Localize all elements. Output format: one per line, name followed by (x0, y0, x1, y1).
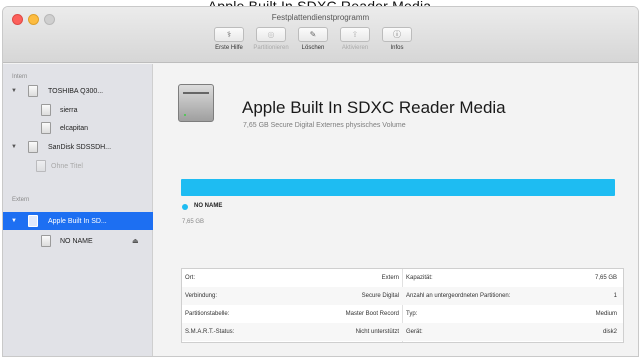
sidebar-item-sierra[interactable]: sierra (3, 102, 153, 118)
mount-button[interactable]: ⇪ Aktivieren (335, 27, 375, 59)
info-icon: ⓘ (382, 27, 412, 42)
info-value: Extern (381, 275, 399, 281)
title-bar: Festplattendienstprogramm ⚕ Erste Hilfe … (3, 7, 638, 63)
info-row: Verbindung: Secure Digital Anzahl an unt… (182, 287, 623, 305)
sidebar-item-ohne-titel[interactable]: Ohne Titel (3, 158, 153, 174)
erase-icon: ✎ (298, 27, 328, 42)
partition-label: Partitionieren (253, 45, 289, 51)
volume-icon (41, 235, 51, 247)
sidebar-item-label: sierra (60, 106, 78, 114)
volume-icon (36, 160, 46, 172)
volume-title: Apple Built In SDXC Reader Media (242, 98, 506, 117)
info-value: Nicht unterstützt (355, 329, 399, 335)
info-key: Partitionstabelle: (185, 311, 230, 317)
info-key: Anzahl an untergeordneten Partitionen: (406, 293, 511, 299)
disclosure-triangle-icon[interactable]: ▼ (11, 144, 17, 150)
info-row: S.M.A.R.T.-Status: Nicht unterstützt Ger… (182, 323, 623, 341)
sidebar-item-toshiba[interactable]: ▼ TOSHIBA Q300... (3, 83, 153, 99)
volume-icon (41, 104, 51, 116)
info-label: Infos (390, 45, 404, 51)
partition-button[interactable]: ◎ Partitionieren (251, 27, 291, 59)
info-value: disk2 (602, 329, 617, 335)
disk-icon (28, 85, 38, 97)
volume-icon (41, 122, 51, 134)
info-key: Kapazität: (406, 275, 433, 281)
erase-button[interactable]: ✎ Löschen (293, 27, 333, 59)
info-key: Typ: (406, 311, 418, 317)
sidebar-item-label: elcapitan (60, 124, 89, 132)
info-key: S.M.A.R.T.-Status: (185, 329, 235, 335)
sidebar-item-label: NO NAME (60, 237, 93, 245)
sidebar-item-elcapitan[interactable]: elcapitan (3, 120, 153, 136)
info-key: Ort: (185, 275, 195, 281)
sidebar-item-label: Ohne Titel (51, 162, 83, 170)
first-aid-label: Erste Hilfe (215, 45, 243, 51)
partition-usage-bar (181, 179, 615, 196)
sidebar: Intern ▼ TOSHIBA Q300... sierra elcapita… (3, 64, 153, 356)
window-title: Festplattendienstprogramm (271, 13, 370, 22)
erase-label: Löschen (301, 45, 325, 51)
stethoscope-icon: ⚕ (214, 27, 244, 42)
partition-icon: ◎ (256, 27, 286, 42)
sidebar-item-no-name[interactable]: NO NAME ⏏ (3, 233, 153, 249)
first-aid-button[interactable]: ⚕ Erste Hilfe (209, 27, 249, 59)
mount-icon: ⇪ (340, 27, 370, 42)
info-value: 1 (613, 293, 617, 299)
info-value: Master Boot Record (345, 311, 399, 317)
toolbar: ⚕ Erste Hilfe ◎ Partitionieren ✎ Löschen… (209, 27, 417, 59)
info-key: Gerät: (406, 329, 423, 335)
info-value: Secure Digital (361, 293, 399, 299)
info-value: Medium (595, 311, 617, 317)
partition-size: 7,65 GB (182, 219, 205, 225)
info-value: 7,65 GB (594, 275, 617, 281)
sd-card-icon (28, 215, 38, 227)
sidebar-item-label: SanDisk SDSSDH... (48, 143, 112, 151)
sidebar-item-apple-sd-reader[interactable]: ▼ Apple Built In SD... (3, 212, 153, 230)
eject-icon[interactable]: ⏏ (132, 237, 139, 245)
external-drive-icon (178, 84, 214, 122)
sidebar-item-sandisk[interactable]: ▼ SanDisk SDSSDH... (3, 139, 153, 155)
disk-icon (28, 141, 38, 153)
mount-label: Aktivieren (341, 45, 369, 51)
info-table: Ort: Extern Kapazität: 7,65 GB Verbindun… (181, 268, 624, 343)
info-row: Partitionstabelle: Master Boot Record Ty… (182, 305, 623, 323)
info-button[interactable]: ⓘ Infos (377, 27, 417, 59)
sidebar-item-label: Apple Built In SD... (48, 217, 107, 225)
main-content: Apple Built In SDXC Reader Media 7,65 GB… (154, 64, 638, 356)
sidebar-item-label: TOSHIBA Q300... (48, 87, 104, 95)
partition-color-dot (182, 204, 188, 210)
sidebar-section-intern: Intern (12, 74, 28, 80)
sidebar-section-extern: Extern (12, 197, 30, 203)
info-key: Verbindung: (185, 293, 218, 299)
disk-utility-window: Festplattendienstprogramm ⚕ Erste Hilfe … (2, 6, 639, 357)
volume-subtitle: 7,65 GB Secure Digital Externes physisch… (243, 122, 406, 129)
disclosure-triangle-icon[interactable]: ▼ (11, 88, 17, 94)
info-row: Ort: Extern Kapazität: 7,65 GB (182, 269, 623, 287)
disclosure-triangle-icon[interactable]: ▼ (11, 218, 17, 224)
partition-name: NO NAME (194, 203, 223, 209)
